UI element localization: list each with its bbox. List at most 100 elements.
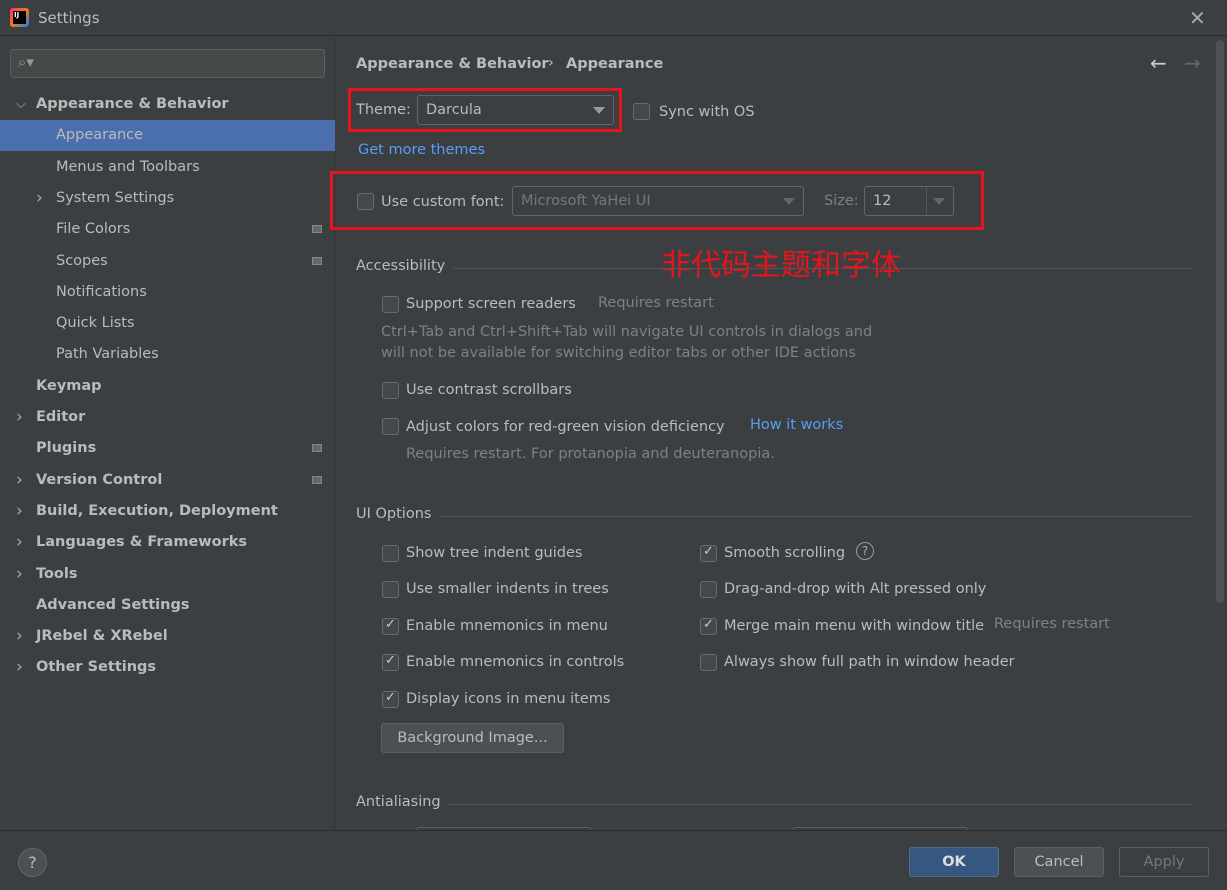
project-level-icon [312,256,322,265]
sidebar-item-advanced-settings[interactable]: Advanced Settings [0,590,335,621]
font-size-label: Size: [824,193,859,209]
sidebar-item-label: JRebel & XRebel [36,628,168,645]
search-icon: ⌕▾ [18,53,34,71]
font-size-value: 12 [873,193,892,209]
sidebar: ⌕▾ ⌵ Appearance & Behavior Appearance Menus… [0,37,335,830]
back-arrow-icon[interactable]: ← [1150,51,1167,75]
chevron-right-icon[interactable]: › [16,559,23,590]
option-label[interactable]: Drag-and-drop with Alt pressed only [724,581,986,597]
sidebar-item-tools[interactable]: › Tools [0,559,335,590]
screen-readers-checkbox[interactable] [382,296,399,313]
sidebar-item-languages-frameworks[interactable]: › Languages & Frameworks [0,527,335,558]
option-checkbox[interactable] [700,544,717,562]
help-icon[interactable]: ? [856,542,874,560]
main-panel: Appearance & Behavior › Appearance ← → T… [330,37,1227,837]
help-button[interactable]: ? [18,848,47,877]
get-more-themes-link[interactable]: Get more themes [358,142,485,158]
sidebar-item-label: Menus and Toolbars [56,158,200,175]
search-input[interactable]: ⌕▾ [10,49,325,78]
chevron-right-icon[interactable]: › [16,465,23,496]
sidebar-item-label: System Settings [56,189,175,206]
sidebar-item-label: Languages & Frameworks [36,534,248,551]
sync-with-os-checkbox[interactable] [633,103,650,120]
option-label[interactable]: Enable mnemonics in controls [406,654,624,670]
screen-readers-desc-1: Ctrl+Tab and Ctrl+Shift+Tab will navigat… [381,324,873,340]
sidebar-item-path-variables[interactable]: Path Variables [0,339,335,370]
font-size-combo[interactable]: 12 [864,186,954,216]
sidebar-item-label: Keymap [36,377,102,394]
option-label[interactable]: Use smaller indents in trees [406,581,609,597]
sidebar-item-other-settings[interactable]: › Other Settings [0,652,335,683]
section-title: UI Options [356,506,440,522]
chevron-right-icon[interactable]: › [16,496,23,527]
chevron-right-icon[interactable]: › [16,527,23,558]
option-checkbox[interactable] [382,690,399,708]
sidebar-item-version-control[interactable]: › Version Control [0,465,335,496]
merge-requires-restart-note: Requires restart [994,616,1110,632]
contrast-scrollbars-label[interactable]: Use contrast scrollbars [406,382,572,398]
option-checkbox[interactable] [382,581,399,599]
chevron-right-icon[interactable]: › [16,652,23,683]
sidebar-item-label: Plugins [36,440,97,457]
option-label[interactable]: Smooth scrolling [724,545,845,561]
theme-label: Theme: [356,102,411,118]
section-title: Antialiasing [356,794,449,810]
option-label[interactable]: Enable mnemonics in menu [406,618,608,634]
option-checkbox[interactable] [382,545,399,562]
contrast-scrollbars-checkbox[interactable] [382,382,399,399]
theme-dropdown[interactable]: Darcula [417,95,614,125]
color-deficiency-checkbox[interactable] [382,418,399,435]
option-checkbox[interactable] [382,653,399,672]
custom-font-checkbox[interactable] [357,193,374,210]
option-label[interactable]: Merge main menu with window title [724,618,984,634]
chevron-right-icon[interactable]: › [36,183,43,214]
breadcrumb-parent[interactable]: Appearance & Behavior [356,56,549,72]
sidebar-item-build-execution-deployment[interactable]: › Build, Execution, Deployment [0,496,335,527]
scrollbar[interactable] [1216,40,1224,603]
sidebar-item-system-settings[interactable]: › System Settings [0,183,335,214]
sidebar-item-editor[interactable]: › Editor [0,402,335,433]
theme-value: Darcula [426,102,482,118]
chevron-down-icon[interactable]: ⌵ [16,89,26,120]
sidebar-item-keymap[interactable]: Keymap [0,371,335,402]
close-icon[interactable]: ✕ [1189,6,1206,30]
sidebar-item-appearance-behavior[interactable]: ⌵ Appearance & Behavior [0,89,335,120]
cancel-button[interactable]: Cancel [1014,847,1104,877]
custom-font-label[interactable]: Use custom font: [381,194,504,210]
chevron-right-icon[interactable]: › [16,402,23,433]
sync-with-os-label[interactable]: Sync with OS [659,104,755,120]
option-checkbox[interactable] [382,617,399,635]
color-deficiency-label[interactable]: Adjust colors for red-green vision defic… [406,419,725,435]
forward-arrow-icon[interactable]: → [1184,51,1201,75]
sidebar-item-appearance[interactable]: Appearance [0,120,335,152]
window-title: Settings [38,9,100,27]
option-label[interactable]: Show tree indent guides [406,545,582,561]
chevron-right-icon[interactable]: › [16,621,23,652]
option-checkbox[interactable] [700,654,717,672]
option-checkbox[interactable] [700,581,717,599]
sidebar-item-label: File Colors [56,221,131,238]
sidebar-item-label: Build, Execution, Deployment [36,502,278,519]
sidebar-item-label: Editor [36,409,86,425]
sidebar-item-plugins[interactable]: Plugins [0,433,335,464]
sidebar-item-label: Advanced Settings [36,596,190,613]
background-image-button[interactable]: Background Image... [381,723,564,753]
sidebar-item-quick-lists[interactable]: Quick Lists [0,308,335,339]
font-dropdown[interactable]: Microsoft YaHei UI [512,186,804,216]
sidebar-item-file-colors[interactable]: File Colors [0,214,335,245]
sidebar-item-jrebel-xrebel[interactable]: › JRebel & XRebel [0,621,335,652]
how-it-works-link[interactable]: How it works [750,417,843,433]
antialiasing-section: Antialiasing [356,794,1191,814]
sidebar-item-label: Notifications [56,283,147,300]
ok-button[interactable]: OK [909,847,999,877]
option-label[interactable]: Always show full path in window header [724,654,1015,670]
screen-readers-label[interactable]: Support screen readers [406,296,576,312]
sidebar-item-menus-and-toolbars[interactable]: Menus and Toolbars [0,152,335,183]
sidebar-item-label: Other Settings [36,659,157,676]
option-checkbox[interactable] [700,617,717,635]
sidebar-item-notifications[interactable]: Notifications [0,277,335,308]
apply-button[interactable]: Apply [1119,847,1209,877]
option-label[interactable]: Display icons in menu items [406,691,610,707]
sidebar-item-scopes[interactable]: Scopes [0,246,335,277]
intellij-idea-icon: IJ [10,8,29,27]
